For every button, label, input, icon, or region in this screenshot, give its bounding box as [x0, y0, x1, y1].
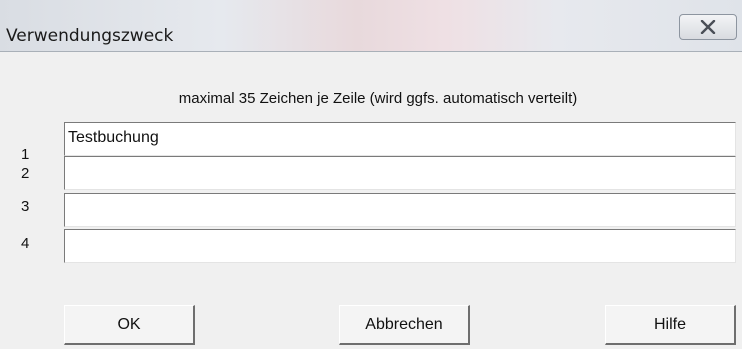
line-number-1: 1 — [21, 146, 30, 163]
hint-text: maximal 35 Zeichen je Zeile (wird ggfs. … — [178, 90, 578, 107]
purpose-line-4-input[interactable] — [64, 229, 736, 263]
window-title: Verwendungszweck — [6, 26, 174, 46]
purpose-line-1-input[interactable]: Testbuchung — [64, 122, 736, 156]
ok-button[interactable]: OK — [64, 305, 195, 345]
close-button[interactable] — [679, 14, 737, 40]
purpose-line-3-input[interactable] — [64, 193, 736, 227]
line-number-2: 2 — [21, 165, 30, 182]
dialog-body: maximal 35 Zeichen je Zeile (wird ggfs. … — [0, 52, 742, 349]
cancel-button[interactable]: Abbrechen — [339, 305, 470, 345]
title-bar: Verwendungszweck — [0, 0, 742, 52]
line-number-3: 3 — [21, 198, 30, 215]
purpose-line-2-input[interactable] — [64, 156, 736, 190]
close-icon — [700, 20, 716, 34]
line-number-4: 4 — [21, 235, 30, 252]
help-button[interactable]: Hilfe — [605, 305, 736, 345]
